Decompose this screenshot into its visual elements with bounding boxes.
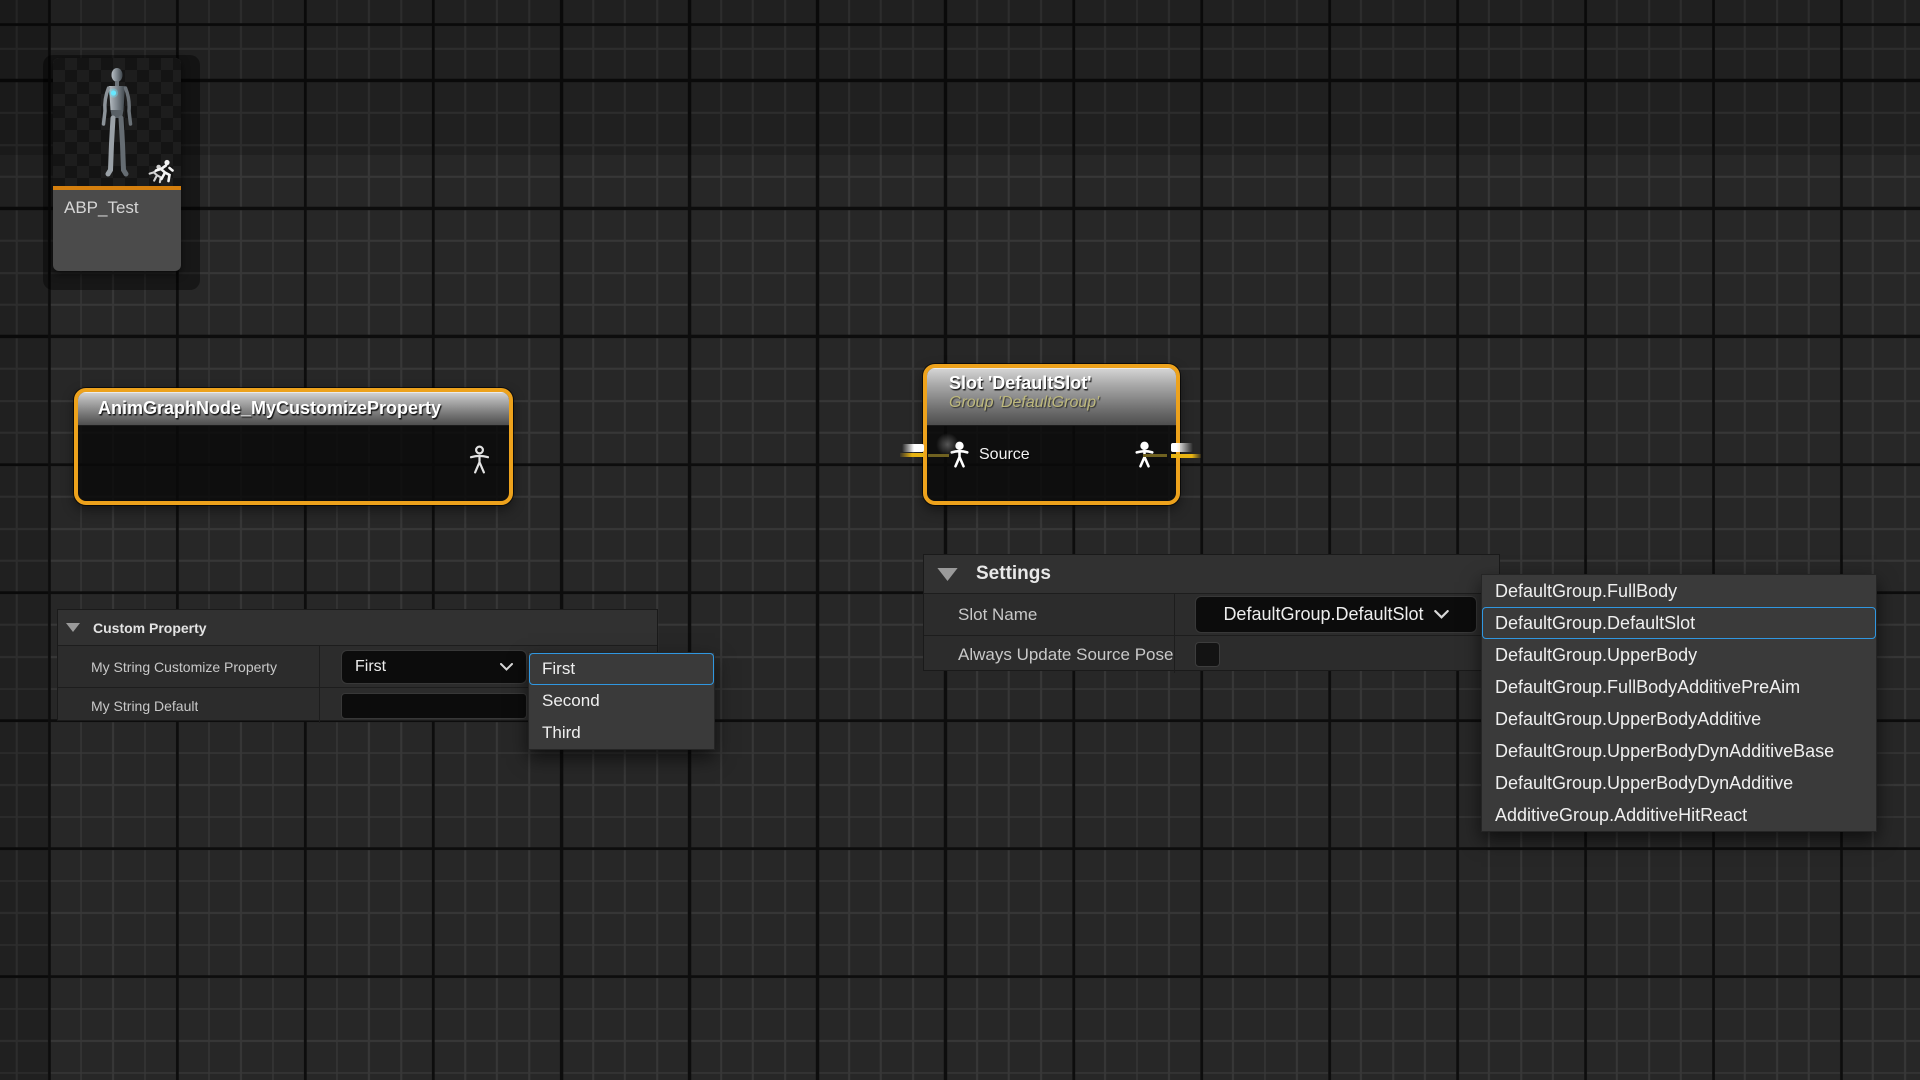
asset-card[interactable]: ABP_Test Animation Blue… (53, 58, 181, 271)
combobox-value: First (355, 658, 386, 676)
dropdown-option[interactable]: AdditiveGroup.AdditiveHitReact (1482, 799, 1876, 831)
dropdown-option[interactable]: DefaultGroup.FullBodyAdditivePreAim (1482, 671, 1876, 703)
node-title: Slot 'DefaultSlot' (949, 373, 1176, 394)
highlight-wire-stub-left (900, 453, 924, 457)
dropdown-option[interactable]: DefaultGroup.UpperBodyDynAdditiveBase (1482, 735, 1876, 767)
wire-bubble (936, 433, 959, 456)
collapse-triangle-icon[interactable] (936, 568, 959, 581)
dropdown-option[interactable]: DefaultGroup.FullBody (1482, 575, 1876, 607)
node-header[interactable]: Slot 'DefaultSlot' Group 'DefaultGroup' (927, 368, 1176, 426)
pose-wire-stub-left (902, 444, 924, 452)
dropdown-option[interactable]: First (529, 653, 714, 685)
dropdown-option[interactable]: Third (529, 717, 714, 749)
node-animgraph-customize-property[interactable]: AnimGraphNode_MyCustomizeProperty (74, 388, 513, 505)
panel-header-label: Custom Property (93, 620, 207, 636)
pin-connector-line-left (928, 454, 949, 457)
string-property-dropdown-popup: FirstSecondThird (528, 652, 715, 750)
settings-panel: Settings Slot Name DefaultGroup.DefaultS… (923, 554, 1500, 671)
dropdown-option[interactable]: DefaultGroup.UpperBody (1482, 639, 1876, 671)
graph-origin-shade-left (0, 0, 48, 1080)
my-string-default-input[interactable] (341, 693, 527, 719)
asset-card-title: ABP_Test (64, 198, 139, 218)
node-title: AnimGraphNode_MyCustomizeProperty (98, 398, 441, 419)
mannequin-icon (95, 66, 139, 180)
property-label: Slot Name (958, 605, 1037, 625)
dropdown-option[interactable]: Second (529, 685, 714, 717)
node-subtitle: Group 'DefaultGroup' (949, 394, 1176, 412)
combobox-value: DefaultGroup.DefaultSlot (1223, 604, 1423, 625)
property-label: My String Customize Property (91, 659, 277, 675)
property-row: Slot Name DefaultGroup.DefaultSlot (924, 594, 1499, 636)
pin-connector-line-right (1143, 454, 1167, 457)
graph-canvas[interactable] (0, 0, 1920, 1080)
asset-thumbnail (53, 58, 181, 186)
output-pose-pin-icon[interactable] (468, 445, 491, 474)
always-update-source-pose-checkbox[interactable] (1195, 642, 1220, 667)
node-header[interactable]: AnimGraphNode_MyCustomizeProperty (78, 392, 509, 426)
pose-wire-stub-right (1171, 443, 1193, 452)
dropdown-option[interactable]: DefaultGroup.DefaultSlot (1482, 607, 1876, 639)
dropdown-option[interactable]: DefaultGroup.UpperBodyAdditive (1482, 703, 1876, 735)
source-pin-label: Source (979, 446, 1030, 464)
my-string-customize-property-combobox[interactable]: First (341, 650, 527, 684)
property-row: Always Update Source Pose (924, 636, 1499, 673)
dropdown-option[interactable]: DefaultGroup.UpperBodyDynAdditive (1482, 767, 1876, 799)
chevron-down-icon (500, 663, 513, 671)
slot-name-dropdown-popup: DefaultGroup.FullBodyDefaultGroup.Defaul… (1481, 574, 1877, 832)
chevron-down-icon (1434, 610, 1449, 619)
property-label: My String Default (91, 698, 198, 714)
graph-origin-shade-top (0, 0, 1920, 155)
collapse-triangle-icon[interactable] (66, 623, 80, 632)
custom-property-panel-header[interactable]: Custom Property (58, 610, 657, 646)
panel-header-label: Settings (976, 563, 1051, 585)
settings-panel-header[interactable]: Settings (924, 555, 1499, 594)
property-label: Always Update Source Pose (958, 645, 1173, 665)
highlight-wire-stub-right (1171, 454, 1201, 458)
node-body: Slot 'DefaultSlot' Group 'DefaultGroup' … (927, 368, 1176, 501)
running-figures-icon (146, 154, 180, 188)
node-body: AnimGraphNode_MyCustomizeProperty (78, 392, 509, 501)
slot-name-combobox[interactable]: DefaultGroup.DefaultSlot (1195, 596, 1477, 633)
node-slot-defaultslot[interactable]: Slot 'DefaultSlot' Group 'DefaultGroup' … (923, 364, 1180, 505)
